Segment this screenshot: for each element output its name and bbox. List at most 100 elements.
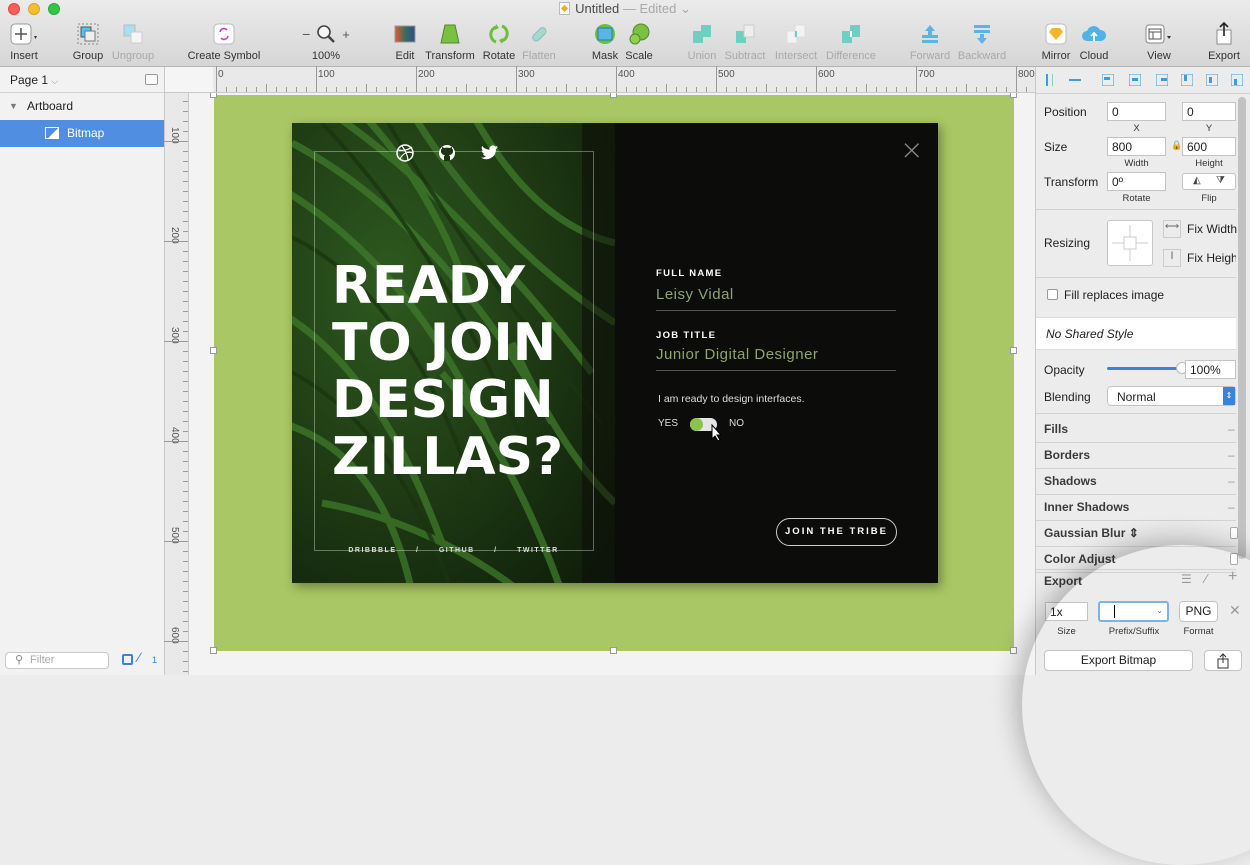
- layer-filter-input[interactable]: ⚲ Filter: [5, 652, 109, 669]
- distribute-horizontal-icon[interactable]: [1044, 74, 1056, 86]
- width-input[interactable]: 800: [1107, 137, 1166, 156]
- flip-vertical-button[interactable]: ⧩: [1216, 175, 1225, 186]
- fix-height-toggle[interactable]: I: [1163, 249, 1181, 267]
- resize-handle-right[interactable]: [1010, 347, 1017, 354]
- view-button[interactable]: View: [1142, 22, 1176, 62]
- full-name-field[interactable]: Leisy Vidal: [656, 286, 734, 303]
- insert-button[interactable]: Insert: [6, 22, 42, 62]
- layer-bitmap[interactable]: Bitmap: [0, 120, 164, 147]
- section-color-adjust[interactable]: Color Adjust: [1044, 552, 1116, 566]
- subtract-button[interactable]: Subtract: [722, 22, 768, 62]
- github-icon[interactable]: [437, 143, 457, 163]
- section-gaussian-blur[interactable]: Gaussian Blur ⇕: [1044, 526, 1139, 540]
- union-button[interactable]: Union: [686, 22, 718, 62]
- bitmap-design[interactable]: READY TO JOIN DESIGN ZILLAS? DRIBBBLE / …: [292, 123, 938, 583]
- remove-export-icon[interactable]: ✕: [1229, 602, 1241, 619]
- scale-button[interactable]: Scale: [624, 22, 654, 62]
- export-size-input[interactable]: 1x: [1045, 602, 1088, 621]
- join-the-tribe-button[interactable]: JOIN THE TRIBE: [776, 518, 897, 546]
- symbols-filter-icon[interactable]: [122, 654, 133, 665]
- twitter-icon[interactable]: [479, 143, 499, 163]
- zoom-out-button[interactable]: −: [302, 26, 310, 42]
- align-bottom-icon[interactable]: [1231, 74, 1243, 86]
- ungroup-button[interactable]: Ungroup: [110, 22, 156, 62]
- title-menu-chevron[interactable]: ⌄: [680, 1, 691, 16]
- dribbble-icon[interactable]: [395, 143, 415, 163]
- close-icon[interactable]: ×: [900, 133, 923, 166]
- shared-style-select[interactable]: No Shared Style: [1036, 317, 1236, 350]
- opacity-slider[interactable]: [1107, 367, 1183, 370]
- resize-handle-top-right[interactable]: [1010, 93, 1017, 98]
- section-borders[interactable]: Borders: [1044, 448, 1090, 462]
- fill-replaces-checkbox[interactable]: [1047, 289, 1058, 300]
- resize-handle-top[interactable]: [610, 93, 617, 98]
- align-left-icon[interactable]: [1102, 74, 1114, 86]
- vertical-ruler[interactable]: 100 200 300 400 500 600: [164, 93, 189, 675]
- cloud-button[interactable]: Cloud: [1076, 22, 1112, 62]
- create-symbol-button[interactable]: Create Symbol: [186, 22, 262, 62]
- github-link[interactable]: GITHUB: [431, 547, 483, 554]
- align-right-icon[interactable]: [1156, 74, 1168, 86]
- color-adjust-checkbox[interactable]: [1230, 553, 1238, 565]
- job-title-field[interactable]: Junior Digital Designer: [656, 346, 818, 363]
- resizing-constraints-widget[interactable]: [1107, 220, 1153, 266]
- transform-button[interactable]: Transform: [424, 22, 476, 62]
- dribbble-link[interactable]: DRIBBBLE: [340, 547, 404, 554]
- intersect-button[interactable]: Intersect: [773, 22, 819, 62]
- rotate-button[interactable]: Rotate: [482, 22, 516, 62]
- edit-button[interactable]: Edit: [390, 22, 420, 62]
- resize-handle-top-left[interactable]: [210, 93, 217, 98]
- add-shadows-button[interactable]: –: [1228, 474, 1235, 488]
- resize-handle-bottom[interactable]: [610, 647, 617, 654]
- section-shadows[interactable]: Shadows: [1044, 474, 1097, 488]
- artboard[interactable]: READY TO JOIN DESIGN ZILLAS? DRIBBBLE / …: [210, 93, 1017, 654]
- export-format-select[interactable]: PNG: [1179, 601, 1218, 622]
- collapse-pages-button[interactable]: [145, 74, 158, 85]
- lock-ratio-icon[interactable]: 🔒: [1171, 140, 1182, 151]
- add-inner-shadows-button[interactable]: –: [1228, 500, 1235, 514]
- share-export-button[interactable]: [1204, 650, 1242, 671]
- add-export-icon[interactable]: +: [1228, 568, 1237, 586]
- rotate-input[interactable]: 0º: [1107, 172, 1166, 191]
- inspector-scrollbar[interactable]: [1238, 97, 1246, 559]
- export-bitmap-button[interactable]: Export Bitmap: [1044, 650, 1193, 671]
- edited-layers-filter-icon[interactable]: ⁄: [138, 649, 140, 665]
- align-top-icon[interactable]: [1181, 74, 1193, 86]
- horizontal-ruler[interactable]: 0 100 200 300 400 500 600 700 800: [213, 66, 1035, 93]
- forward-button[interactable]: Forward: [908, 22, 952, 62]
- slice-tool-icon[interactable]: ⁄: [1205, 571, 1207, 586]
- mirror-button[interactable]: Mirror: [1040, 22, 1072, 62]
- resize-handle-bottom-left[interactable]: [210, 647, 217, 654]
- position-x-input[interactable]: 0: [1107, 102, 1166, 121]
- zoom-in-button[interactable]: +: [342, 27, 350, 42]
- layer-artboard[interactable]: ▼ Artboard: [0, 93, 164, 120]
- opacity-input[interactable]: 100%: [1185, 360, 1236, 379]
- add-fills-button[interactable]: –: [1228, 422, 1235, 436]
- difference-button[interactable]: Difference: [824, 22, 878, 62]
- section-fills[interactable]: Fills: [1044, 422, 1068, 436]
- resize-handle-bottom-right[interactable]: [1010, 647, 1017, 654]
- blur-type-arrows-icon[interactable]: ⇕: [1125, 526, 1139, 540]
- flatten-button[interactable]: Flatten: [521, 22, 557, 62]
- group-button[interactable]: Group: [70, 22, 106, 62]
- blending-select[interactable]: Normal ⇕: [1107, 386, 1236, 406]
- align-middle-icon[interactable]: [1206, 74, 1218, 86]
- disclosure-triangle-icon[interactable]: ▼: [9, 93, 18, 120]
- distribute-vertical-icon[interactable]: [1069, 74, 1081, 86]
- align-center-icon[interactable]: [1129, 74, 1141, 86]
- resize-handle-left[interactable]: [210, 347, 217, 354]
- fix-width-toggle[interactable]: ⟷: [1163, 220, 1181, 238]
- page-selector[interactable]: Page 1 ⌵: [0, 67, 164, 93]
- add-borders-button[interactable]: –: [1228, 448, 1235, 462]
- canvas[interactable]: READY TO JOIN DESIGN ZILLAS? DRIBBBLE / …: [189, 93, 1035, 675]
- gaussian-blur-checkbox[interactable]: [1230, 527, 1238, 539]
- twitter-link[interactable]: TWITTER: [509, 547, 567, 554]
- flip-horizontal-button[interactable]: ◭: [1193, 175, 1201, 186]
- mask-button[interactable]: Mask: [590, 22, 620, 62]
- export-prefix-input[interactable]: ⌄: [1098, 601, 1169, 622]
- section-inner-shadows[interactable]: Inner Shadows: [1044, 500, 1129, 514]
- height-input[interactable]: 600: [1182, 137, 1236, 156]
- backward-button[interactable]: Backward: [956, 22, 1008, 62]
- position-y-input[interactable]: 0: [1182, 102, 1236, 121]
- export-button[interactable]: Export: [1206, 22, 1242, 62]
